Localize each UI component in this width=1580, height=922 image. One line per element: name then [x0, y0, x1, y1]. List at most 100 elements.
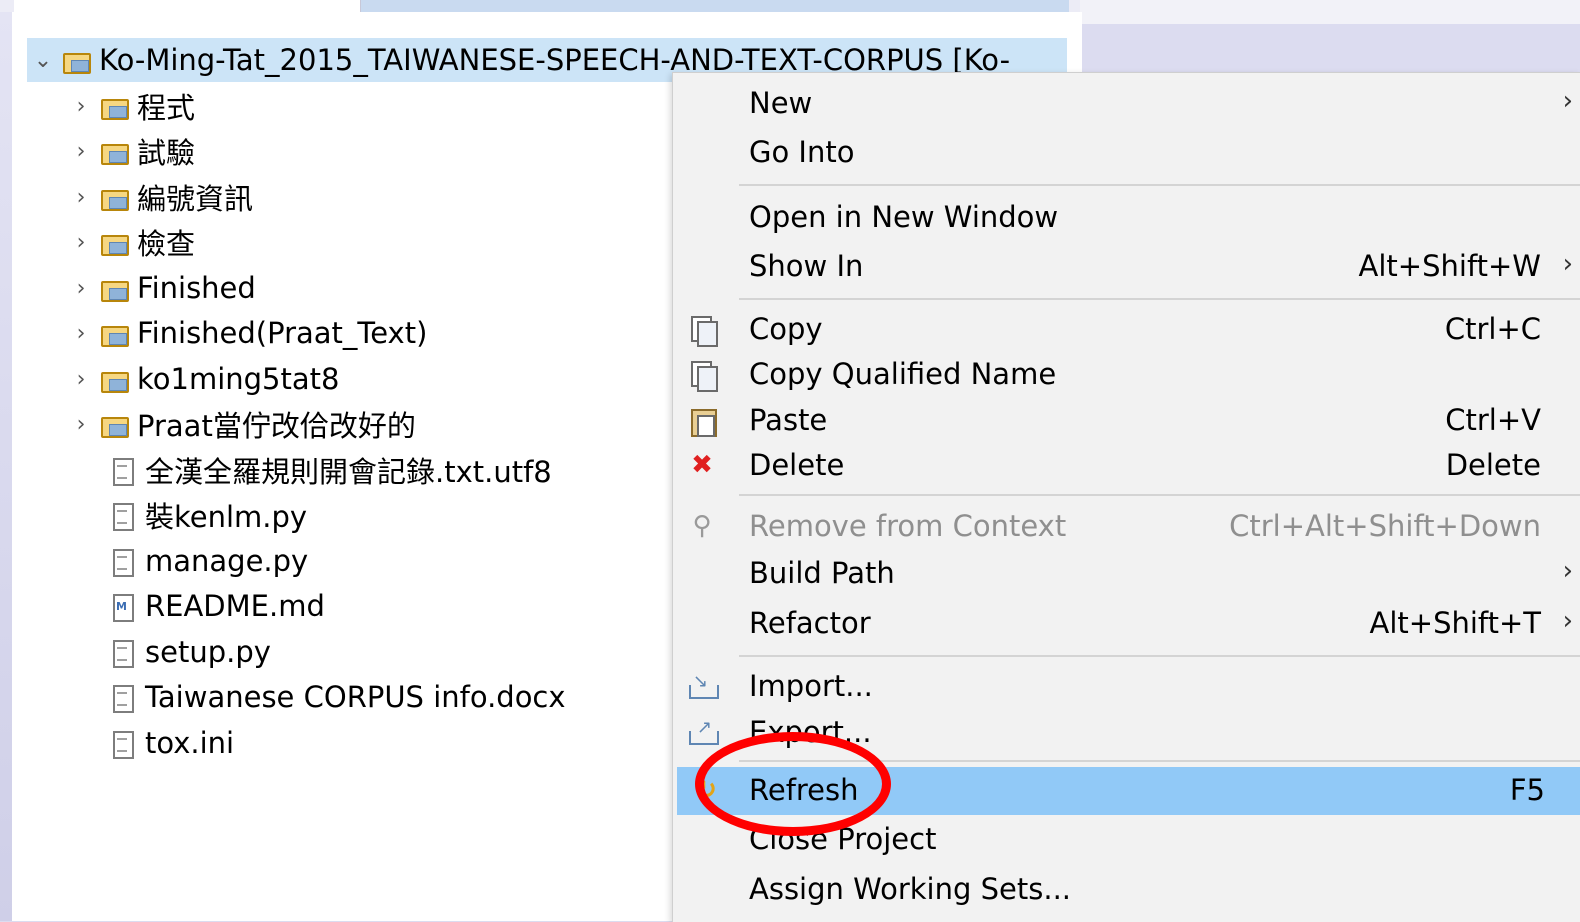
submenu-arrow-icon: ›: [1562, 556, 1573, 586]
tree-item-folder[interactable]: › 檢查: [65, 220, 195, 264]
tree-item-file[interactable]: 全漢全羅規則開會記錄.txt.utf8: [105, 448, 552, 492]
chevron-right-icon[interactable]: ›: [65, 94, 97, 119]
file-icon: [105, 637, 139, 668]
folder-icon: [97, 318, 131, 348]
menu-separator: [739, 655, 1580, 657]
tree-item-folder[interactable]: › ko1ming5tat8: [65, 357, 340, 401]
menu-item-paste[interactable]: Paste Ctrl+V: [673, 397, 1580, 443]
menu-item-go-into[interactable]: Go Into: [673, 129, 1580, 175]
folder-icon: [97, 91, 131, 121]
tree-item-folder[interactable]: › Praat當佇改佮改好的: [65, 402, 416, 446]
menu-item-label: Remove from Context: [749, 509, 1067, 543]
tree-item-folder[interactable]: › 編號資訊: [65, 175, 253, 219]
folder-label: Praat當佇改佮改好的: [137, 409, 416, 443]
menu-item-label: New: [749, 86, 813, 120]
file-label: setup.py: [145, 635, 271, 669]
menu-item-open-in-new-window[interactable]: Open in New Window: [673, 194, 1580, 240]
menu-separator: [739, 184, 1580, 186]
menu-item-label: Go Into: [749, 135, 855, 169]
menu-shortcut: Ctrl+V: [1445, 403, 1541, 437]
menu-item-build-path[interactable]: Build Path ›: [673, 550, 1580, 596]
folder-label: 程式: [137, 91, 196, 125]
chevron-down-icon[interactable]: ⌄: [27, 48, 59, 73]
chevron-right-icon[interactable]: ›: [65, 230, 97, 255]
chevron-right-icon[interactable]: ›: [65, 367, 97, 392]
menu-separator: [739, 298, 1580, 300]
menu-shortcut: Alt+Shift+W: [1358, 249, 1541, 283]
file-label: Taiwanese CORPUS info.docx: [145, 680, 566, 714]
menu-separator: [739, 494, 1580, 496]
chevron-right-icon[interactable]: ›: [65, 185, 97, 210]
copy-icon: [687, 314, 718, 347]
menu-item-refactor[interactable]: Refactor Alt+Shift+T ›: [673, 600, 1580, 646]
package-explorer-tab[interactable]: [14, 0, 361, 12]
chevron-right-icon[interactable]: ›: [65, 412, 97, 437]
menu-item-label: Assign Working Sets...: [749, 872, 1072, 906]
project-icon: [59, 45, 93, 75]
menu-item-delete[interactable]: ✖ Delete Delete: [673, 442, 1580, 488]
menu-shortcut: Ctrl+Alt+Shift+Down: [1229, 509, 1541, 543]
editor-area-top: [1080, 0, 1580, 24]
tree-item-file[interactable]: tox.ini: [105, 721, 234, 765]
menu-shortcut: F5: [1509, 773, 1545, 807]
file-icon: [105, 682, 139, 713]
chevron-right-icon[interactable]: ›: [65, 321, 97, 346]
folder-icon: [97, 227, 131, 257]
menu-item-label: Refactor: [749, 606, 871, 640]
submenu-arrow-icon: ›: [1562, 606, 1573, 636]
remove-context-icon: ⚲: [692, 511, 712, 541]
chevron-right-icon[interactable]: ›: [65, 276, 97, 301]
menu-item-show-in[interactable]: Show In Alt+Shift+W ›: [673, 243, 1580, 289]
tree-item-file[interactable]: README.md: [105, 584, 325, 628]
submenu-arrow-icon: ›: [1562, 86, 1573, 116]
tree-item-file[interactable]: Taiwanese CORPUS info.docx: [105, 675, 566, 719]
file-icon: [105, 455, 139, 486]
menu-item-label: Import...: [749, 669, 873, 703]
menu-item-import[interactable]: Import...: [673, 663, 1580, 709]
menu-shortcut: Delete: [1445, 448, 1541, 482]
delete-icon: ✖: [691, 450, 713, 480]
tree-item-folder[interactable]: › Finished(Praat_Text): [65, 311, 428, 355]
tree-item-folder[interactable]: › 試驗: [65, 129, 195, 173]
tree-item-file[interactable]: 裝kenlm.py: [105, 493, 307, 537]
menu-item-label: Copy Qualified Name: [749, 357, 1057, 391]
file-label: manage.py: [145, 544, 309, 578]
menu-item-assign-working-sets[interactable]: Assign Working Sets...: [673, 866, 1580, 912]
tree-item-file[interactable]: setup.py: [105, 630, 271, 674]
folder-icon: [97, 273, 131, 303]
folder-label: Finished: [137, 271, 256, 305]
copy-qualified-name-icon: [687, 359, 718, 392]
menu-item-copy-qualified-name[interactable]: Copy Qualified Name: [673, 351, 1580, 397]
menu-item-label: Build Path: [749, 556, 895, 590]
chevron-right-icon[interactable]: ›: [65, 139, 97, 164]
file-label: tox.ini: [145, 726, 235, 760]
import-icon: [687, 667, 719, 701]
submenu-arrow-icon: ›: [1562, 249, 1573, 279]
window-frame: [0, 0, 12, 921]
folder-label: ko1ming5tat8: [137, 362, 340, 396]
folder-label: Finished(Praat_Text): [137, 316, 428, 350]
menu-shortcut: Ctrl+C: [1444, 312, 1541, 346]
tree-item-file[interactable]: manage.py: [105, 539, 308, 583]
file-label: README.md: [145, 589, 325, 623]
file-icon: [105, 546, 139, 577]
folder-label: 試驗: [137, 136, 196, 170]
file-icon: [105, 500, 139, 531]
annotation-circle: [695, 732, 891, 836]
markdown-file-icon: [105, 591, 139, 622]
menu-item-remove-from-context: ⚲ Remove from Context Ctrl+Alt+Shift+Dow…: [673, 503, 1580, 549]
menu-item-new[interactable]: New ›: [673, 80, 1580, 126]
tree-item-folder[interactable]: › Finished: [65, 266, 256, 310]
export-icon: [687, 713, 719, 747]
menu-item-label: Show In: [749, 249, 864, 283]
file-label: 裝kenlm.py: [145, 500, 308, 534]
menu-item-label: Paste: [749, 403, 828, 437]
menu-item-copy[interactable]: Copy Ctrl+C: [673, 306, 1580, 352]
folder-label: 編號資訊: [137, 182, 254, 216]
folder-icon: [97, 409, 131, 439]
file-icon: [105, 728, 139, 759]
tree-item-folder[interactable]: › 程式: [65, 84, 195, 128]
folder-icon: [97, 136, 131, 166]
folder-icon: [97, 182, 131, 212]
menu-item-label: Open in New Window: [749, 200, 1059, 234]
